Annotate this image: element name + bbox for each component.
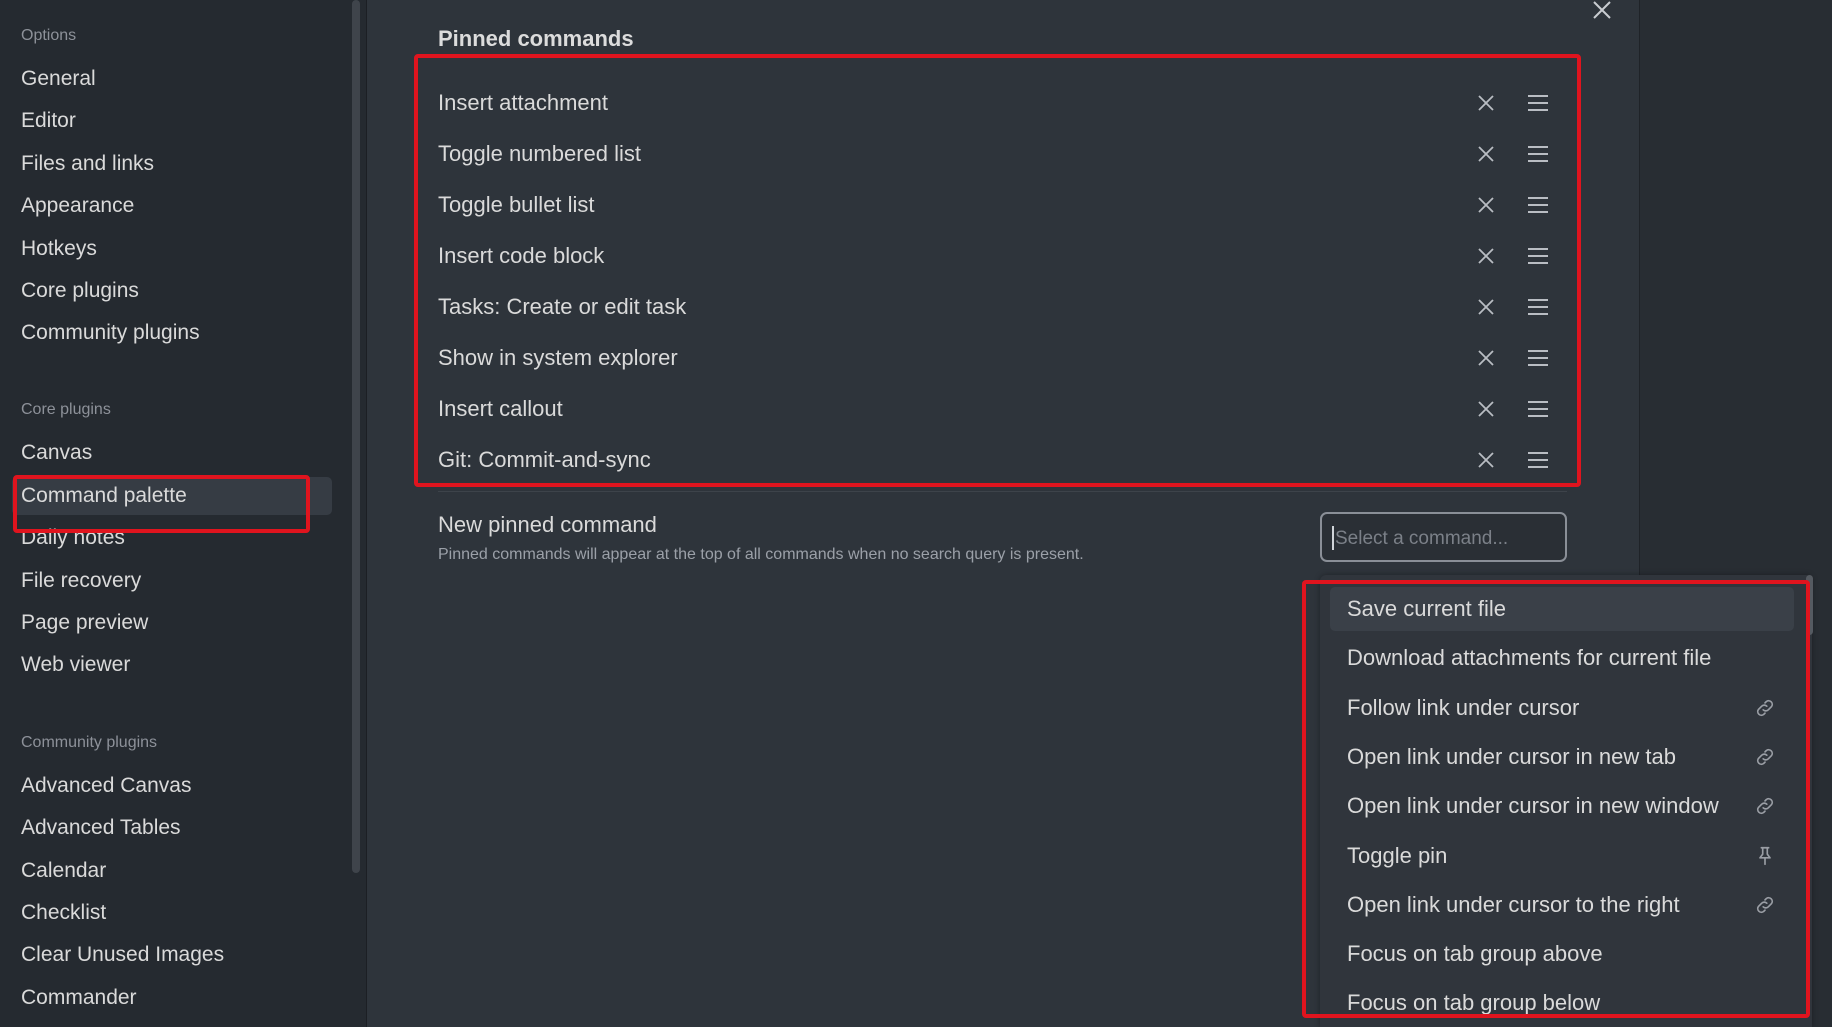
sidebar-item-general[interactable]: General — [12, 60, 332, 98]
divider — [438, 491, 1567, 492]
close-icon[interactable] — [1590, 0, 1614, 22]
highlight-pinned-commands — [414, 54, 1581, 487]
sidebar-item-community-plugins[interactable]: Community plugins — [12, 314, 332, 352]
select-command-input[interactable]: Select a command... — [1320, 512, 1567, 562]
highlight-command-dropdown — [1302, 580, 1810, 1018]
sidebar-item-calendar[interactable]: Calendar — [12, 852, 332, 890]
sidebar-item-files-and-links[interactable]: Files and links — [12, 145, 332, 183]
sidebar-item-core-plugins[interactable]: Core plugins — [12, 272, 332, 310]
sidebar-item-editor[interactable]: Editor — [12, 102, 332, 140]
text-caret — [1332, 526, 1334, 550]
sidebar-item-hotkeys[interactable]: Hotkeys — [12, 230, 332, 268]
new-pinned-command-description: Pinned commands will appear at the top o… — [438, 546, 1084, 563]
new-pinned-command-label: New pinned command — [438, 512, 657, 537]
sidebar-item-appearance[interactable]: Appearance — [12, 187, 332, 225]
sidebar-item-clear-unused-images[interactable]: Clear Unused Images — [12, 936, 332, 974]
highlight-command-palette — [13, 475, 310, 533]
sidebar-header-core-plugins: Core plugins — [21, 401, 111, 418]
sidebar-header-community-plugins: Community plugins — [21, 734, 158, 751]
sidebar-item-canvas[interactable]: Canvas — [12, 434, 332, 472]
sidebar-scrollbar[interactable] — [352, 0, 360, 873]
sidebar-item-file-recovery[interactable]: File recovery — [12, 562, 332, 600]
sidebar-item-web-viewer[interactable]: Web viewer — [12, 646, 332, 684]
sidebar-item-commander[interactable]: Commander — [12, 979, 332, 1017]
sidebar-item-page-preview[interactable]: Page preview — [12, 604, 332, 642]
section-title: Pinned commands — [438, 26, 634, 51]
sidebar-item-advanced-tables[interactable]: Advanced Tables — [12, 809, 332, 847]
sidebar-item-advanced-canvas[interactable]: Advanced Canvas — [12, 767, 332, 805]
sidebar-item-checklist[interactable]: Checklist — [12, 894, 332, 932]
sidebar-header-options: Options — [21, 27, 77, 44]
